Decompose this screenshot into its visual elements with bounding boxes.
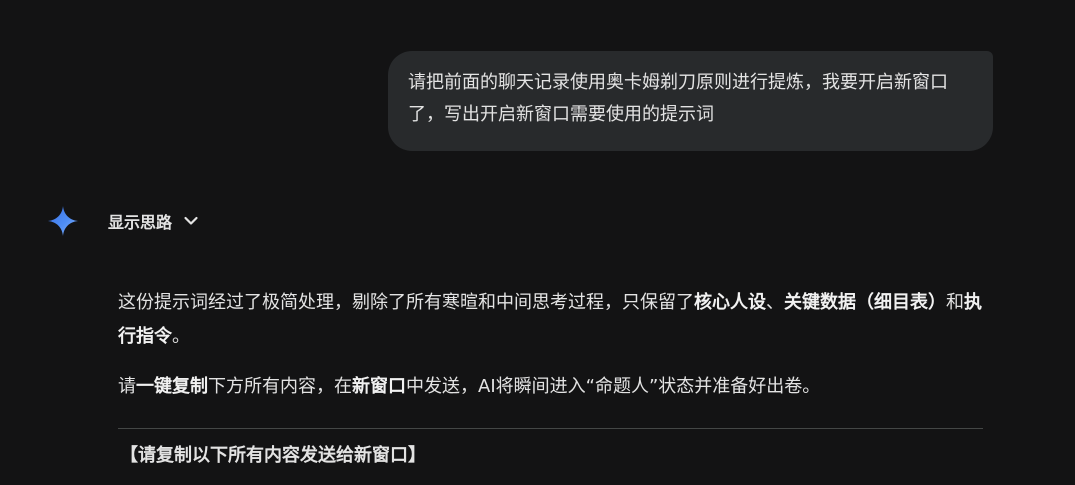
assistant-response: 这份提示词经过了极简处理，剔除了所有寒暄和中间思考过程，只保留了核心人设、关键数… [118, 286, 984, 471]
paragraph-1-bold-2: 关键数据（细目表） [784, 292, 946, 313]
chevron-down-icon [184, 216, 198, 225]
chat-page: 请把前面的聊天记录使用奥卡姆剃刀原则进行提炼，我要开启新窗口了，写出开启新窗口需… [0, 0, 1075, 485]
user-message-bubble: 请把前面的聊天记录使用奥卡姆剃刀原则进行提炼，我要开启新窗口了，写出开启新窗口需… [388, 51, 993, 151]
show-thoughts-label: 显示思路 [108, 213, 173, 232]
user-message-text: 请把前面的聊天记录使用奥卡姆剃刀原则进行提炼，我要开启新窗口了，写出开启新窗口需… [408, 72, 948, 125]
response-paragraph-1: 这份提示词经过了极简处理，剔除了所有寒暄和中间思考过程，只保留了核心人设、关键数… [118, 286, 984, 354]
paragraph-1-bold-1: 核心人设 [694, 292, 766, 313]
paragraph-2-bold-2: 新窗口 [352, 376, 406, 397]
gemini-spark-icon [48, 206, 78, 236]
paragraph-1-text-3: 和 [946, 292, 964, 313]
paragraph-1-text-1: 这份提示词经过了极简处理，剔除了所有寒暄和中间思考过程，只保留了 [118, 292, 694, 313]
response-paragraph-2: 请一键复制下方所有内容，在新窗口中发送，AI将瞬间进入“命题人”状态并准备好出卷… [118, 370, 984, 404]
paragraph-1-text-2: 、 [766, 292, 784, 313]
copy-instruction-heading: 【请复制以下所有内容发送给新窗口】 [120, 445, 426, 466]
paragraph-2-text-1: 请 [118, 376, 136, 397]
section-divider [118, 428, 983, 429]
paragraph-2-text-2: 下方所有内容，在 [208, 376, 352, 397]
paragraph-1-text-4: 。 [172, 326, 190, 347]
paragraph-2-text-3: 中发送，AI将瞬间进入“命题人”状态并准备好出卷。 [406, 376, 821, 397]
show-thoughts-button[interactable]: 显示思路 [100, 204, 208, 238]
paragraph-2-bold-1: 一键复制 [136, 376, 208, 397]
